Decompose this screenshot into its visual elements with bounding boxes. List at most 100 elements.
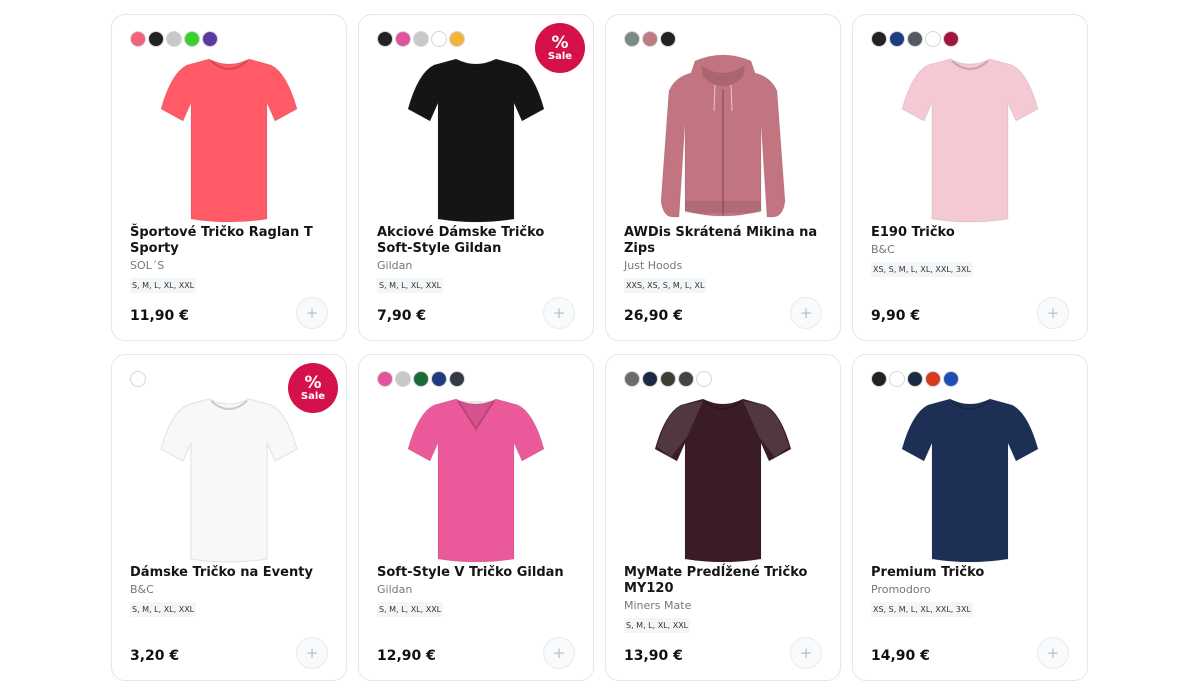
- color-swatch[interactable]: [395, 31, 411, 47]
- color-swatch[interactable]: [907, 31, 923, 47]
- product-info: Premium Tričko Promodoro XS, S, M, L, XL…: [871, 565, 1073, 617]
- hoodie-image: [660, 54, 786, 218]
- product-card[interactable]: E190 Tričko B&C XS, S, M, L, XL, XXL, 3X…: [852, 14, 1088, 341]
- product-info: MyMate Predĺžené Tričko MY120 Miners Mat…: [624, 565, 826, 633]
- color-swatch[interactable]: [660, 371, 676, 387]
- plus-icon: +: [799, 304, 813, 322]
- color-swatch[interactable]: [943, 371, 959, 387]
- color-swatch[interactable]: [696, 371, 712, 387]
- product-brand: SOL´S: [130, 259, 165, 272]
- sale-badge: % Sale: [535, 23, 585, 73]
- plus-icon: +: [1046, 304, 1060, 322]
- add-to-cart-button[interactable]: +: [296, 637, 328, 669]
- product-price: 13,90 €: [624, 648, 683, 664]
- add-to-cart-button[interactable]: +: [790, 297, 822, 329]
- color-swatch[interactable]: [660, 31, 676, 47]
- product-sizes: XXS, XS, S, M, L, XL: [624, 278, 707, 293]
- color-swatches: [130, 31, 218, 47]
- product-price: 3,20 €: [130, 648, 180, 664]
- sale-label: Sale: [300, 390, 326, 402]
- add-to-cart-button[interactable]: +: [543, 637, 575, 669]
- color-swatch[interactable]: [642, 31, 658, 47]
- tshirt-image: [407, 398, 545, 563]
- color-swatch[interactable]: [871, 31, 887, 47]
- plus-icon: +: [552, 644, 566, 662]
- color-swatch[interactable]: [642, 371, 658, 387]
- product-image[interactable]: [359, 51, 593, 227]
- color-swatch[interactable]: [202, 31, 218, 47]
- color-swatch[interactable]: [184, 31, 200, 47]
- color-swatch[interactable]: [678, 371, 694, 387]
- plus-icon: +: [305, 304, 319, 322]
- sale-label: Sale: [547, 50, 573, 62]
- product-card[interactable]: AWDis Skrátená Mikina na Zips Just Hoods…: [605, 14, 841, 341]
- color-swatch[interactable]: [166, 31, 182, 47]
- product-card[interactable]: % Sale Dámske Tričko na Eventy B&C S, M,…: [111, 354, 347, 681]
- product-title[interactable]: Dámske Tričko na Eventy: [130, 565, 332, 581]
- plus-icon: +: [1046, 644, 1060, 662]
- add-to-cart-button[interactable]: +: [1037, 637, 1069, 669]
- product-title[interactable]: Športové Tričko Raglan T Sporty: [130, 225, 332, 257]
- product-price: 12,90 €: [377, 648, 436, 664]
- product-card[interactable]: Športové Tričko Raglan T Sporty SOL´S S,…: [111, 14, 347, 341]
- color-swatch[interactable]: [377, 31, 393, 47]
- color-swatch[interactable]: [889, 31, 905, 47]
- product-brand: Promodoro: [871, 583, 931, 596]
- color-swatch[interactable]: [377, 371, 393, 387]
- color-swatch[interactable]: [624, 31, 640, 47]
- color-swatch[interactable]: [925, 31, 941, 47]
- product-image[interactable]: [112, 391, 346, 567]
- product-title[interactable]: AWDis Skrátená Mikina na Zips: [624, 225, 826, 257]
- add-to-cart-button[interactable]: +: [1037, 297, 1069, 329]
- color-swatch[interactable]: [943, 31, 959, 47]
- color-swatch[interactable]: [130, 31, 146, 47]
- product-brand: B&C: [871, 243, 895, 256]
- product-card[interactable]: % Sale Akciové Dámske Tričko Soft-Style …: [358, 14, 594, 341]
- product-image[interactable]: [606, 51, 840, 227]
- product-title[interactable]: E190 Tričko: [871, 225, 1073, 241]
- add-to-cart-button[interactable]: +: [790, 637, 822, 669]
- add-to-cart-button[interactable]: +: [296, 297, 328, 329]
- color-swatch[interactable]: [449, 31, 465, 47]
- product-image[interactable]: [112, 51, 346, 227]
- color-swatch[interactable]: [130, 371, 146, 387]
- color-swatch[interactable]: [871, 371, 887, 387]
- tshirt-image: [160, 58, 298, 223]
- plus-icon: +: [799, 644, 813, 662]
- color-swatch[interactable]: [889, 371, 905, 387]
- product-title[interactable]: Premium Tričko: [871, 565, 1073, 581]
- percent-icon: %: [551, 32, 569, 53]
- sale-badge: % Sale: [288, 363, 338, 413]
- color-swatch[interactable]: [413, 371, 429, 387]
- color-swatch[interactable]: [624, 371, 640, 387]
- tshirt-image: [901, 398, 1039, 563]
- color-swatch[interactable]: [431, 31, 447, 47]
- color-swatches: [871, 31, 959, 47]
- color-swatch[interactable]: [925, 371, 941, 387]
- product-price: 9,90 €: [871, 308, 921, 324]
- product-sizes: S, M, L, XL, XXL: [130, 602, 197, 617]
- color-swatch[interactable]: [148, 31, 164, 47]
- product-card[interactable]: Soft-Style V Tričko Gildan Gildan S, M, …: [358, 354, 594, 681]
- color-swatch[interactable]: [413, 31, 429, 47]
- product-card[interactable]: MyMate Predĺžené Tričko MY120 Miners Mat…: [605, 354, 841, 681]
- color-swatches: [871, 371, 959, 387]
- product-price: 26,90 €: [624, 308, 683, 324]
- color-swatch[interactable]: [449, 371, 465, 387]
- color-swatches: [624, 31, 676, 47]
- product-image[interactable]: [606, 391, 840, 567]
- product-title[interactable]: Akciové Dámske Tričko Soft-Style Gildan: [377, 225, 579, 257]
- product-image[interactable]: [853, 51, 1087, 227]
- color-swatch[interactable]: [431, 371, 447, 387]
- product-brand: Gildan: [377, 259, 413, 272]
- product-image[interactable]: [853, 391, 1087, 567]
- product-sizes: XS, S, M, L, XL, XXL, 3XL: [871, 602, 973, 617]
- add-to-cart-button[interactable]: +: [543, 297, 575, 329]
- color-swatch[interactable]: [395, 371, 411, 387]
- tshirt-image: [160, 398, 298, 563]
- product-title[interactable]: Soft-Style V Tričko Gildan: [377, 565, 579, 581]
- product-card[interactable]: Premium Tričko Promodoro XS, S, M, L, XL…: [852, 354, 1088, 681]
- product-title[interactable]: MyMate Predĺžené Tričko MY120: [624, 565, 826, 597]
- product-image[interactable]: [359, 391, 593, 567]
- color-swatch[interactable]: [907, 371, 923, 387]
